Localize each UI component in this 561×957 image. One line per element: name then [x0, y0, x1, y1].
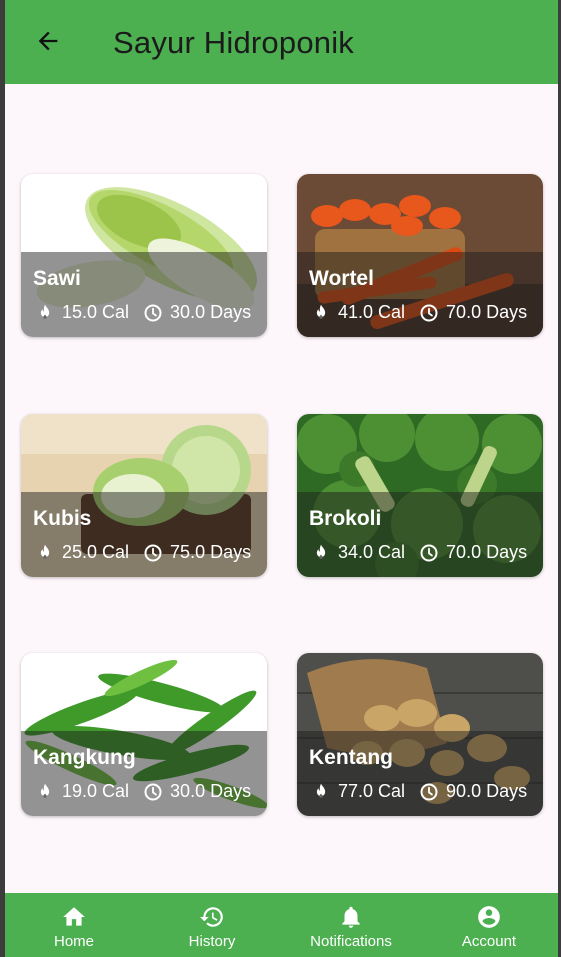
- bell-icon: [337, 903, 365, 931]
- vegetable-meta: 19.0 Cal 30.0 Days: [35, 781, 265, 802]
- nav-item-history[interactable]: History: [143, 893, 281, 957]
- arrow-back-icon: [38, 31, 58, 51]
- vegetable-card-sawi[interactable]: Sawi 15.0 Cal 30.0 Days: [21, 174, 267, 337]
- fire-icon: [35, 543, 55, 563]
- fire-icon: [311, 543, 331, 563]
- clock-icon: [143, 543, 163, 563]
- vegetable-meta: 77.0 Cal 90.0 Days: [311, 781, 541, 802]
- vegetable-name: Kubis: [33, 507, 92, 530]
- card-overlay: [297, 492, 543, 577]
- fire-icon: [311, 303, 331, 323]
- calories-value: 34.0 Cal: [338, 542, 406, 562]
- home-icon: [60, 903, 88, 931]
- app-screen: Sayur Hidroponik Sawi 15.0 Cal 30.0 Days: [5, 0, 558, 957]
- clock-icon: [143, 782, 163, 802]
- vegetable-card-brokoli[interactable]: Brokoli 34.0 Cal 70.0 Days: [297, 414, 543, 577]
- nav-item-home[interactable]: Home: [5, 893, 143, 957]
- clock-icon: [419, 543, 439, 563]
- calories-value: 15.0 Cal: [62, 302, 130, 322]
- duration-value: 70.0 Days: [446, 302, 528, 322]
- calories-value: 19.0 Cal: [62, 781, 130, 801]
- vegetable-card-kubis[interactable]: Kubis 25.0 Cal 75.0 Days: [21, 414, 267, 577]
- vegetable-meta: 15.0 Cal 30.0 Days: [35, 302, 265, 323]
- back-button[interactable]: [31, 24, 65, 58]
- fire-icon: [35, 782, 55, 802]
- account-icon: [475, 903, 503, 931]
- fire-icon: [311, 782, 331, 802]
- vegetable-card-wortel[interactable]: Wortel 41.0 Cal 70.0 Days: [297, 174, 543, 337]
- app-bar: Sayur Hidroponik: [5, 0, 558, 84]
- calories-value: 25.0 Cal: [62, 542, 130, 562]
- duration-value: 75.0 Days: [170, 542, 252, 562]
- vegetable-name: Sawi: [33, 267, 81, 290]
- vegetable-name: Brokoli: [309, 507, 382, 530]
- vegetable-name: Kentang: [309, 746, 393, 769]
- fire-icon: [35, 303, 55, 323]
- clock-icon: [419, 782, 439, 802]
- clock-icon: [419, 303, 439, 323]
- vegetable-name: Wortel: [309, 267, 374, 290]
- nav-item-notifications[interactable]: Notifications: [282, 893, 420, 957]
- vegetable-meta: 34.0 Cal 70.0 Days: [311, 542, 541, 563]
- nav-label: Account: [461, 933, 517, 950]
- card-overlay: [21, 731, 267, 816]
- duration-value: 90.0 Days: [446, 781, 528, 801]
- card-overlay: [297, 252, 543, 337]
- vegetable-card-kentang[interactable]: Kentang 77.0 Cal 90.0 Days: [297, 653, 543, 816]
- vegetable-meta: 25.0 Cal 75.0 Days: [35, 542, 265, 563]
- vegetable-card-kangkung[interactable]: Kangkung 19.0 Cal 30.0 Days: [21, 653, 267, 816]
- duration-value: 30.0 Days: [170, 302, 252, 322]
- calories-value: 77.0 Cal: [338, 781, 406, 801]
- card-overlay: [21, 252, 267, 337]
- history-icon: [198, 903, 226, 931]
- card-overlay: [21, 492, 267, 577]
- card-overlay: [297, 731, 543, 816]
- nav-item-account[interactable]: Account: [420, 893, 558, 957]
- bottom-navigation: Home History Notifications Account: [5, 893, 558, 957]
- nav-label: Notifications: [310, 933, 392, 950]
- vegetable-meta: 41.0 Cal 70.0 Days: [311, 302, 541, 323]
- duration-value: 30.0 Days: [170, 781, 252, 801]
- vegetable-name: Kangkung: [33, 746, 136, 769]
- nav-label: History: [188, 933, 236, 950]
- page-title: Sayur Hidroponik: [113, 25, 354, 60]
- duration-value: 70.0 Days: [446, 542, 528, 562]
- calories-value: 41.0 Cal: [338, 302, 406, 322]
- nav-label: Home: [53, 933, 94, 950]
- clock-icon: [143, 303, 163, 323]
